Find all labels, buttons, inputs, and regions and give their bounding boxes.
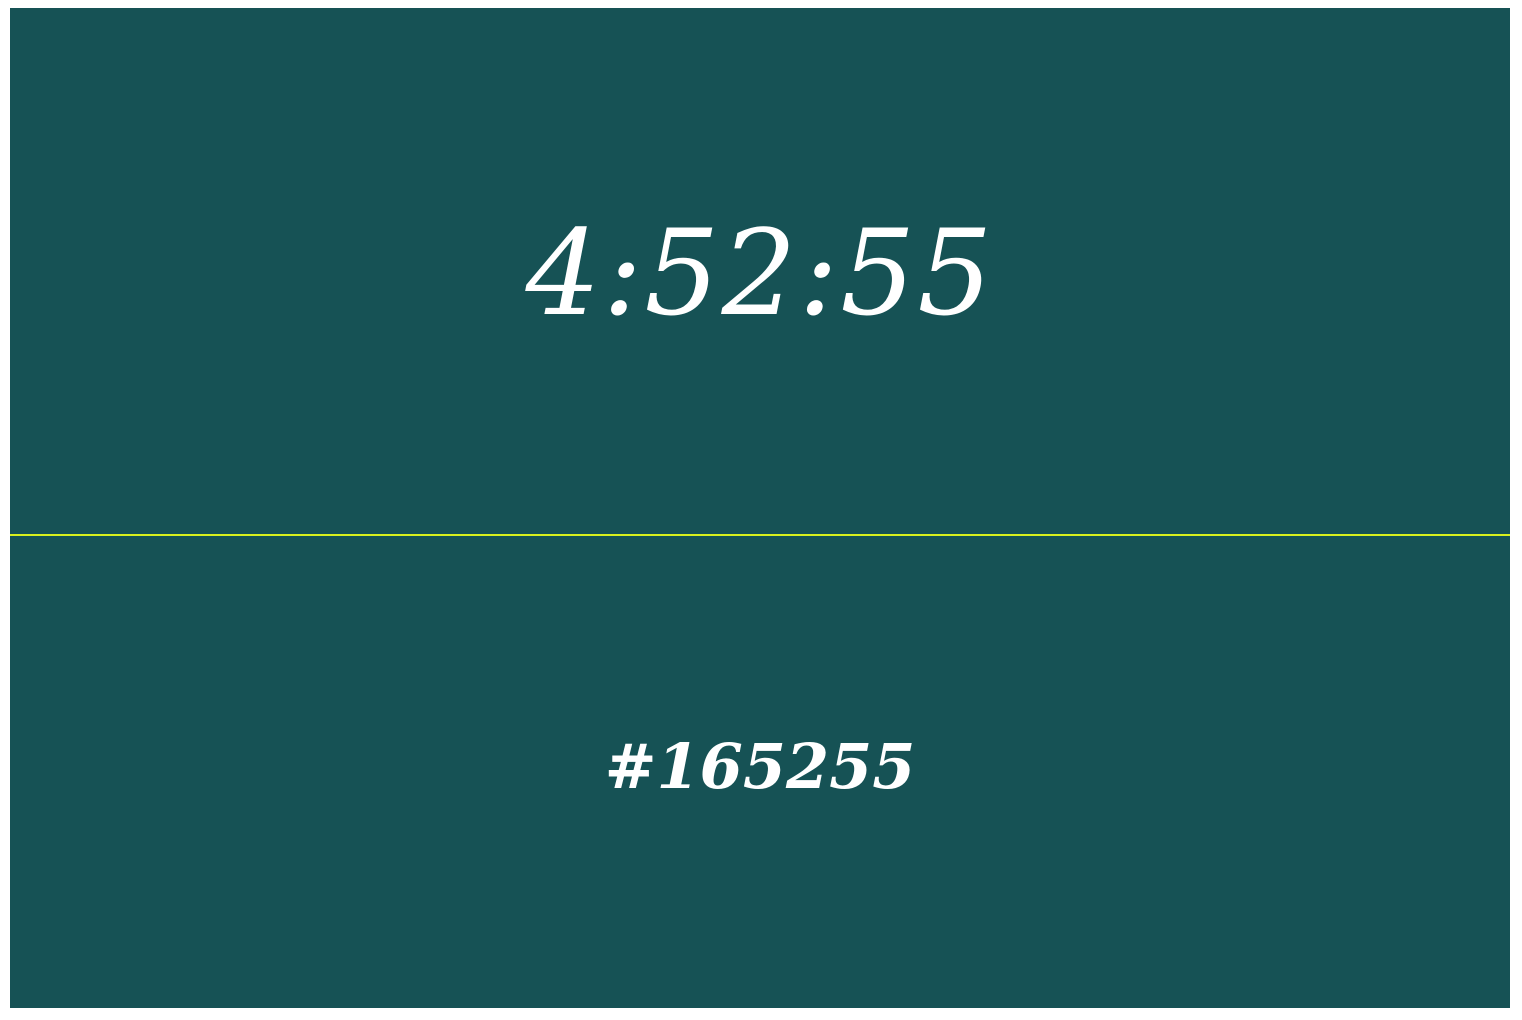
- time-section: 4:52:55: [10, 8, 1510, 534]
- color-card: 4:52:55 #165255: [10, 8, 1510, 1008]
- time-display: 4:52:55: [525, 204, 995, 342]
- hex-section: #165255: [10, 536, 1510, 1008]
- hex-code-label: #165255: [604, 730, 916, 803]
